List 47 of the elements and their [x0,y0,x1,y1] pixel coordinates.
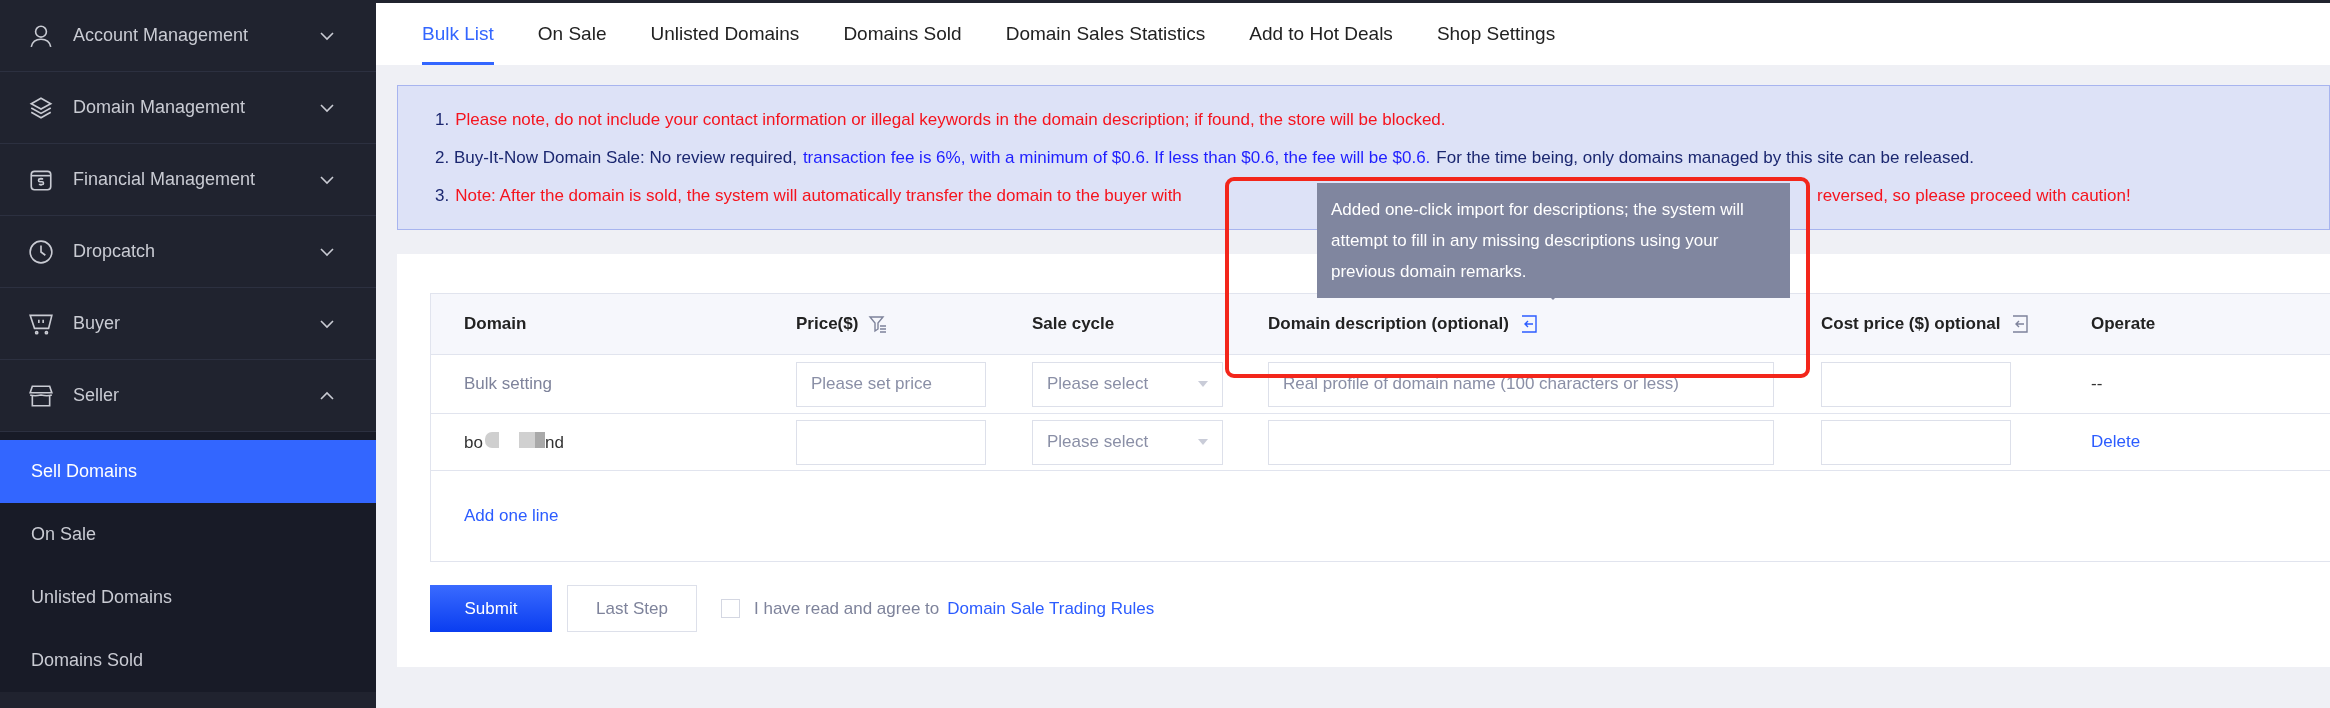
table-cell: -- [2091,374,2103,394]
notice-text: 3. [435,186,450,206]
agree-checkbox[interactable] [721,599,740,618]
notice-text: 1. [435,110,450,130]
notice-text: For the time being, only domains managed by this site can be released. [1436,148,1975,168]
price-field[interactable] [796,419,986,465]
price-field[interactable]: Please set price [796,361,986,407]
filter-icon[interactable] [868,314,889,334]
domain-name: bo nd [464,431,564,453]
tab[interactable]: On Sale [537,3,607,65]
agreement-text: I have read and agree to [754,598,940,619]
column-header: Price($) [796,314,859,334]
tab[interactable]: Add to Hot Deals [1249,3,1393,65]
notice-text: 2. Buy-It-Now Domain Sale: No review required, [435,148,797,168]
submenu-item[interactable]: Domains Sold [0,629,376,692]
import-icon[interactable] [2010,314,2031,334]
tab[interactable]: Domains Sold [843,3,962,65]
column-header: Domain description (optional) [1268,314,1509,334]
submenu-item[interactable]: Unlisted Domains [0,566,376,629]
caret-icon [1198,381,1208,387]
column-header: Operate [2091,314,2156,334]
notice-text: Please note, do not include your contact information or illegal keywords in the domain description; if found, the store will be blocked. [455,110,1446,130]
column-header: Sale cycle [1032,314,1115,334]
tooltip: Added one-click import for descriptions; the system will attempt to fill in any missing descriptions using your previous domain remarks. [1317,183,1790,298]
submit-button[interactable]: Submit [430,585,552,632]
description-field[interactable] [1268,419,1774,465]
column-header: Cost price ($) optional [1821,314,2001,334]
table-cell: Bulk setting [464,374,552,394]
notice-text: transaction fee is 6%, with a minimum of $0.6. If less than $0.6, the fee will be $0.6. [802,148,1431,168]
cost-price-field[interactable] [1821,361,2011,407]
tab[interactable]: Shop Settings [1436,3,1556,65]
last-step-button[interactable]: Last Step [567,585,697,632]
tab[interactable]: Unlisted Domains [650,3,800,65]
column-header: Domain [464,314,527,334]
clock-icon [28,238,54,265]
add-line-link[interactable]: Add one line [464,506,559,526]
tab[interactable]: Domain Sales Statistics [1005,3,1206,65]
notice-text: reversed, so please proceed with caution! [1817,186,2131,206]
trading-rules-link[interactable]: Domain Sale Trading Rules [947,598,1155,619]
delete-link[interactable]: Delete [2091,432,2141,452]
submenu-item[interactable]: On Sale [0,503,376,566]
tab[interactable]: Bulk List [422,3,494,65]
caret-icon [1198,439,1208,445]
cost-price-field[interactable] [1821,419,2011,465]
notice-text: Note: After the domain is sold, the system will automatically transfer the domain to the buyer with [455,186,1182,206]
store-icon [28,382,54,409]
submenu-item[interactable]: Sell Domains [0,440,376,503]
